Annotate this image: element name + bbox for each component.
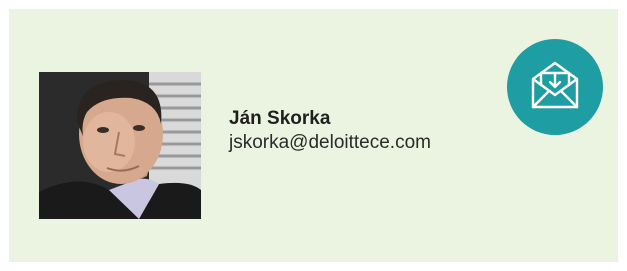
contact-email-link[interactable]: jskorka@deloittece.com [229,131,431,155]
contact-card: Ján Skorka jskorka@deloittece.com [9,9,618,262]
contact-info: Ján Skorka jskorka@deloittece.com [229,107,431,155]
email-contact-button[interactable] [507,39,603,135]
envelope-download-icon [527,57,583,118]
profile-photo [39,72,201,219]
contact-name: Ján Skorka [229,108,331,129]
